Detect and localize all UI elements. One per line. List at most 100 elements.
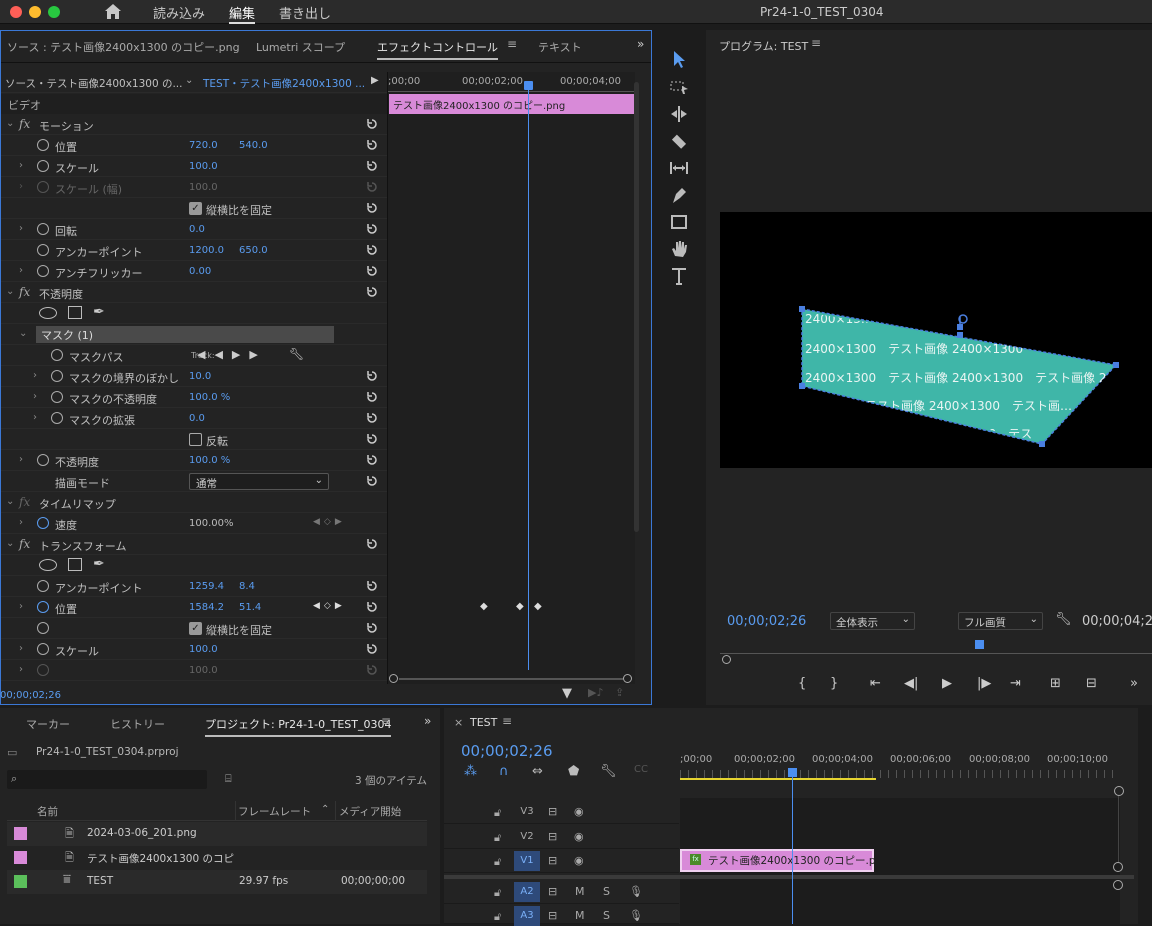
- stopwatch-icon[interactable]: [37, 601, 49, 613]
- ec-timeline-area[interactable]: ;00;00 00;00;02;00 00;00;04;00 テスト画像2400…: [387, 72, 639, 684]
- chevron-right-icon[interactable]: ›: [19, 643, 23, 654]
- av-divider[interactable]: [444, 875, 1134, 879]
- eye-icon[interactable]: ◉: [574, 805, 584, 818]
- list-item[interactable]: ⩸ TEST 29.97 fps 00;00;00;00: [7, 870, 427, 894]
- playhead-handle[interactable]: [524, 81, 533, 90]
- clip-select[interactable]: TEST・テスト画像2400x1300 ...: [203, 76, 365, 91]
- t-anchor-x-value[interactable]: 1259.4: [189, 581, 224, 592]
- ellipse-mask-icon[interactable]: [39, 307, 57, 319]
- search-input[interactable]: ⌕: [7, 770, 207, 789]
- list-item[interactable]: 🗎︎ テスト画像2400x1300 のコピ: [7, 846, 427, 870]
- reset-icon[interactable]: [365, 222, 379, 236]
- tab-source[interactable]: ソース : テスト画像2400x1300 のコピー.png: [7, 39, 240, 55]
- reset-icon[interactable]: [365, 243, 379, 257]
- stopwatch-icon[interactable]: [37, 454, 49, 466]
- track-name[interactable]: A2: [514, 882, 540, 902]
- chevron-expanded-icon[interactable]: ⌄: [19, 328, 27, 339]
- selection-tool-icon[interactable]: [668, 48, 690, 70]
- wrench-icon[interactable]: 🔧︎: [289, 347, 304, 361]
- close-window-button[interactable]: [10, 6, 22, 18]
- mask-feather-value[interactable]: 10.0: [189, 371, 211, 382]
- zoom-select[interactable]: 全体表示 ⌄: [830, 612, 915, 630]
- microphone-icon[interactable]: 🎙︎: [629, 909, 643, 922]
- panel-menu-icon[interactable]: ≡: [502, 714, 512, 728]
- reset-icon[interactable]: [365, 390, 379, 404]
- keyframe-nav[interactable]: ◀◇▶: [313, 517, 346, 527]
- chevron-right-icon[interactable]: ›: [33, 370, 37, 381]
- zoom-window-button[interactable]: [48, 6, 60, 18]
- timeline-ruler-ticks[interactable]: [680, 770, 1120, 778]
- hand-tool-icon[interactable]: [668, 238, 690, 260]
- track-select-tool-icon[interactable]: [668, 76, 690, 98]
- chevron-right-icon[interactable]: ›: [19, 601, 23, 612]
- timeline-timecode[interactable]: 00;00;02;26: [461, 742, 553, 760]
- chevron-expanded-icon[interactable]: ⌄: [6, 118, 14, 129]
- speed-value[interactable]: 100.00%: [189, 518, 234, 529]
- mute-button[interactable]: M: [575, 885, 585, 898]
- reset-icon[interactable]: [365, 621, 379, 635]
- tab-effect-controls[interactable]: エフェクトコントロール: [377, 39, 498, 60]
- fx-icon[interactable]: fx: [19, 117, 30, 131]
- solo-button[interactable]: S: [603, 909, 610, 922]
- scroll-handle[interactable]: [1113, 880, 1123, 890]
- chevron-right-icon[interactable]: ›: [33, 412, 37, 423]
- filter-icon[interactable]: ▼: [562, 686, 572, 701]
- reset-icon[interactable]: [365, 432, 379, 446]
- stopwatch-icon[interactable]: [37, 223, 49, 235]
- opacity-value[interactable]: 100.0 %: [189, 455, 230, 466]
- chevron-right-icon[interactable]: ›: [19, 223, 23, 234]
- lock-icon[interactable]: 🔓︎: [494, 831, 501, 845]
- chevron-right-icon[interactable]: ›: [19, 517, 23, 528]
- zoom-handle-left[interactable]: [389, 674, 398, 683]
- go-to-out-icon[interactable]: ⇥: [1010, 676, 1021, 691]
- eye-icon[interactable]: ◉: [574, 830, 584, 843]
- program-ruler[interactable]: [720, 648, 1152, 654]
- header-name[interactable]: 名前: [37, 804, 58, 819]
- stopwatch-icon[interactable]: [37, 517, 49, 529]
- overflow-icon[interactable]: »: [424, 714, 431, 728]
- chevron-right-icon[interactable]: ›: [19, 664, 23, 675]
- reset-icon[interactable]: [365, 117, 379, 131]
- blend-mode-select[interactable]: 通常 ⌄: [189, 473, 329, 490]
- scroll-handle[interactable]: [1114, 786, 1124, 796]
- motion-row[interactable]: ⌄ fx モーション: [1, 114, 387, 135]
- stopwatch-icon[interactable]: [37, 139, 49, 151]
- anchor-y-value[interactable]: 650.0: [239, 245, 268, 256]
- ellipse-mask-icon[interactable]: [39, 559, 57, 571]
- anchor-x-value[interactable]: 1200.0: [189, 245, 224, 256]
- mute-button[interactable]: M: [575, 909, 585, 922]
- v-scroll-track[interactable]: [1118, 796, 1119, 862]
- fx-icon[interactable]: fx: [19, 537, 30, 551]
- scroll-handle[interactable]: [1113, 862, 1123, 872]
- solo-button[interactable]: S: [603, 885, 610, 898]
- track-controls[interactable]: ◀◀▶▶: [197, 348, 267, 361]
- keyframe-icon[interactable]: ◆: [516, 601, 524, 612]
- reset-icon[interactable]: [365, 453, 379, 467]
- eye-icon[interactable]: ◉: [574, 854, 584, 867]
- reset-icon[interactable]: [365, 579, 379, 593]
- ec-clip-bar[interactable]: テスト画像2400x1300 のコピー.png: [389, 94, 635, 114]
- menu-export[interactable]: 書き出し: [279, 3, 331, 22]
- play-icon[interactable]: ▶: [942, 676, 952, 691]
- mask-opacity-value[interactable]: 100.0 %: [189, 392, 230, 403]
- lock-icon[interactable]: 🔓︎: [494, 910, 501, 924]
- reset-icon[interactable]: [365, 411, 379, 425]
- reset-icon[interactable]: [365, 138, 379, 152]
- uniform-scale-checkbox[interactable]: ✓: [189, 202, 202, 215]
- position-x-value[interactable]: 720.0: [189, 140, 218, 151]
- reset-icon[interactable]: [365, 600, 379, 614]
- rectangle-mask-icon[interactable]: [68, 306, 82, 319]
- t-position-x-value[interactable]: 1584.2: [189, 602, 224, 613]
- header-framerate[interactable]: フレームレート: [238, 804, 311, 819]
- settings-wrench-icon[interactable]: 🔧︎: [1055, 612, 1072, 627]
- add-marker-icon[interactable]: ⬟: [568, 764, 579, 779]
- timeline-playhead-handle[interactable]: [788, 768, 797, 777]
- sync-lock-icon[interactable]: ⊟: [548, 830, 557, 843]
- transform-row[interactable]: ⌄ fx トランスフォーム: [1, 534, 387, 555]
- source-select[interactable]: ソース・テスト画像2400x1300 の...: [5, 76, 182, 91]
- linked-selection-icon[interactable]: ⇔: [532, 764, 543, 779]
- track-name[interactable]: A3: [514, 906, 540, 926]
- t-uniform-checkbox[interactable]: ✓: [189, 622, 202, 635]
- opacity-effect-row[interactable]: ⌄ fx 不透明度: [1, 282, 387, 303]
- keyframe-icon[interactable]: ◆: [534, 601, 542, 612]
